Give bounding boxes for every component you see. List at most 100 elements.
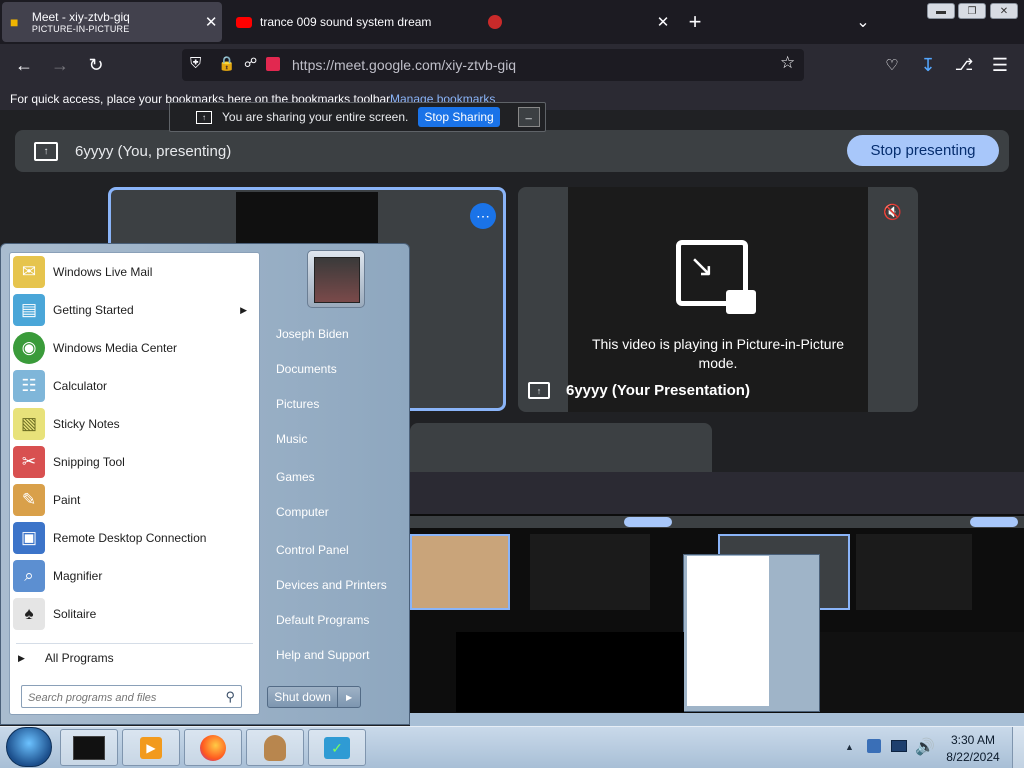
lock-icon[interactable]: 🔒 xyxy=(218,55,235,72)
start-music[interactable]: Music xyxy=(276,432,307,446)
start-control-panel[interactable]: Control Panel xyxy=(276,543,349,557)
programs-divider xyxy=(16,643,253,644)
getting-started-icon: ▤ xyxy=(13,294,45,326)
url-text[interactable]: https://meet.google.com/xiy-ztvb-giq xyxy=(292,57,516,73)
nested-stop-presenting-button xyxy=(624,517,672,527)
start-games[interactable]: Games xyxy=(276,470,315,484)
screen-share-indicator-icon[interactable] xyxy=(266,57,280,71)
reload-icon[interactable]: ↻ xyxy=(81,50,111,80)
program-item[interactable]: ♠ Solitaire xyxy=(10,596,259,632)
maximize-button[interactable]: ❐ xyxy=(958,3,986,19)
start-default-programs[interactable]: Default Programs xyxy=(276,613,369,627)
shutdown-button[interactable]: Shut down ▶ xyxy=(267,686,361,708)
all-programs-item[interactable]: ▶ All Programs xyxy=(18,651,114,665)
self-video-feed xyxy=(236,192,378,247)
extensions-icon[interactable]: ⎇ xyxy=(949,50,979,80)
close-window-button[interactable]: ✕ xyxy=(990,3,1018,19)
magnifier-icon: ⌕ xyxy=(13,560,45,592)
audio-icon xyxy=(488,15,502,29)
tab-youtube[interactable]: trance 009 sound system dream ✕ xyxy=(228,2,676,42)
start-help-support[interactable]: Help and Support xyxy=(276,648,369,662)
nested-video-player xyxy=(820,632,1024,712)
stop-presenting-button[interactable]: Stop presenting xyxy=(847,135,999,166)
start-computer[interactable]: Computer xyxy=(276,505,329,519)
nested-screen-share-view xyxy=(410,472,1024,728)
present-screen-icon: ↑ xyxy=(34,141,58,161)
pip-message: This video is playing in Picture-in-Pict… xyxy=(591,336,845,371)
stop-sharing-button[interactable]: Stop Sharing xyxy=(418,107,500,127)
shield-icon[interactable]: ⛨ xyxy=(190,55,201,72)
program-item[interactable]: ◉ Windows Media Center xyxy=(10,330,259,366)
search-box[interactable]: ⚲ xyxy=(21,685,242,708)
address-bar[interactable]: ⛨ 🔒 ☍ https://meet.google.com/xiy-ztvb-g… xyxy=(182,49,804,81)
start-documents[interactable]: Documents xyxy=(276,362,337,376)
show-desktop-button[interactable] xyxy=(1012,727,1024,768)
share-screen-icon: ↑ xyxy=(196,110,212,124)
program-item[interactable]: ▣ Remote Desktop Connection xyxy=(10,520,259,556)
network-icon[interactable] xyxy=(867,739,881,753)
program-item[interactable]: ▧ Sticky Notes xyxy=(10,406,259,442)
taskbar-app-gopher[interactable] xyxy=(246,729,304,766)
pocket-icon[interactable]: ♡ xyxy=(877,50,907,80)
nested-presentation-tile xyxy=(530,534,650,610)
nested-browser-bar xyxy=(410,472,1024,514)
start-pictures[interactable]: Pictures xyxy=(276,397,319,411)
start-orb[interactable] xyxy=(6,727,52,767)
program-item[interactable]: ▤ Getting Started ▶ xyxy=(10,292,259,328)
nested-self-tile xyxy=(410,534,510,610)
hide-sharebar-button[interactable]: _ xyxy=(517,107,540,127)
snipping-tool-icon: ✂ xyxy=(13,446,45,478)
start-devices-printers[interactable]: Devices and Printers xyxy=(276,578,387,592)
start-user-name[interactable]: Joseph Biden xyxy=(276,327,349,341)
presenting-label: 6yyyy (You, presenting) xyxy=(75,142,232,160)
tab-title: Meet - xiy-ztvb-giq xyxy=(31,10,130,24)
close-icon[interactable]: ✕ xyxy=(200,13,222,31)
forward-icon[interactable]: → xyxy=(45,50,75,80)
nested-stop-presenting-button xyxy=(970,517,1018,527)
new-tab-button[interactable]: + xyxy=(680,7,710,37)
back-icon[interactable]: ← xyxy=(9,50,39,80)
more-options-button[interactable]: ⋯ xyxy=(470,203,496,229)
presentation-name: 6yyyy (Your Presentation) xyxy=(566,382,750,399)
bookmark-star-icon[interactable]: ☆ xyxy=(780,53,795,73)
list-tabs-icon[interactable]: ⌄ xyxy=(848,7,878,37)
screen-sharing-bar: ↑ You are sharing your entire screen. St… xyxy=(169,102,546,132)
taskbar-app-tool[interactable]: ✓ xyxy=(308,729,366,766)
calculator-icon: ☷ xyxy=(13,370,45,402)
downloads-icon[interactable]: ↧ xyxy=(913,50,943,80)
shutdown-label: Shut down xyxy=(268,687,339,707)
close-icon[interactable]: ✕ xyxy=(652,13,674,31)
mail-icon: ✉ xyxy=(13,256,45,288)
permissions-icon[interactable]: ☍ xyxy=(244,55,257,71)
clock-time[interactable]: 3:30 AM xyxy=(950,733,996,747)
nested-start-left-pane xyxy=(687,556,769,706)
taskbar-app-terminal[interactable] xyxy=(60,729,118,766)
tray-expand-icon[interactable]: ▲ xyxy=(845,742,854,752)
program-item[interactable]: ✂ Snipping Tool xyxy=(10,444,259,480)
search-input[interactable] xyxy=(26,688,220,707)
tab-subtitle: PICTURE-IN-PICTURE xyxy=(31,24,130,34)
taskbar-app-media-player[interactable]: ▶ xyxy=(122,729,180,766)
display-icon[interactable] xyxy=(891,740,907,752)
program-item[interactable]: ✎ Paint xyxy=(10,482,259,518)
remote-desktop-icon: ▣ xyxy=(13,522,45,554)
submenu-arrow-icon: ▶ xyxy=(240,304,247,315)
menu-icon[interactable]: ☰ xyxy=(985,50,1015,80)
search-icon[interactable]: ⚲ xyxy=(225,689,235,705)
program-item[interactable]: ✉ Windows Live Mail xyxy=(10,254,259,290)
tab-meet[interactable]: ■ Meet - xiy-ztvb-giq PICTURE-IN-PICTURE… xyxy=(2,2,222,42)
clock-date[interactable]: 8/22/2024 xyxy=(944,750,1002,764)
tab-title: trance 009 sound system dream xyxy=(260,15,432,29)
taskbar-app-firefox[interactable] xyxy=(184,729,242,766)
shutdown-options-icon[interactable]: ▶ xyxy=(338,687,360,707)
volume-icon[interactable]: 🔊 xyxy=(915,737,935,757)
minimize-button[interactable]: ▬ xyxy=(927,3,955,19)
program-item[interactable]: ☷ Calculator xyxy=(10,368,259,404)
presentation-tile[interactable]: ↘ This video is playing in Picture-in-Pi… xyxy=(518,187,918,412)
presentation-icon: ↑ xyxy=(528,382,550,399)
media-player-icon: ▶ xyxy=(140,736,162,759)
program-item[interactable]: ⌕ Magnifier xyxy=(10,558,259,594)
user-picture[interactable] xyxy=(307,250,365,308)
gopher-icon xyxy=(264,734,286,761)
arrow-right-icon: ▶ xyxy=(18,652,25,663)
